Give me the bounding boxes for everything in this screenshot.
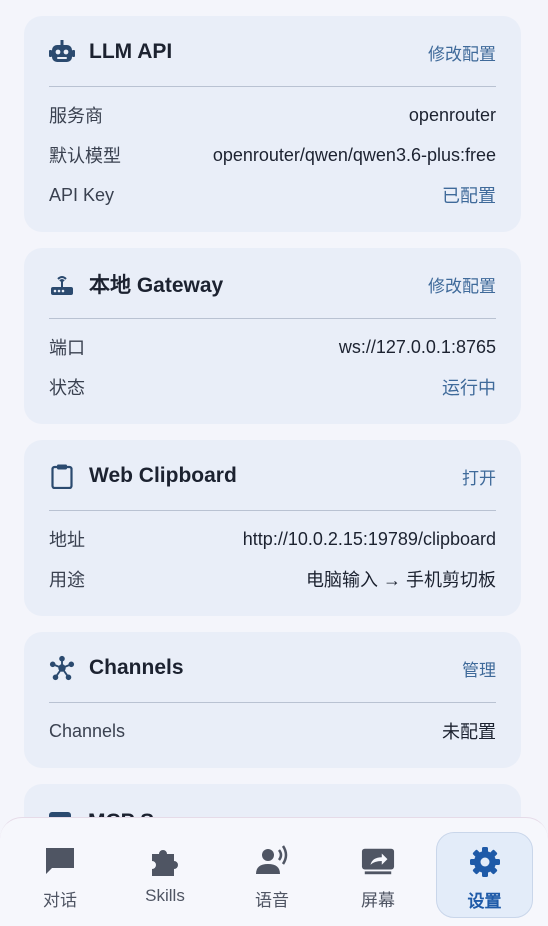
card-title: 本地 Gateway bbox=[89, 274, 224, 297]
bottom-navigation: 对话 Skills 语音 屏幕 设置 bbox=[0, 817, 548, 926]
chat-icon bbox=[43, 844, 77, 878]
voice-icon bbox=[255, 844, 289, 878]
nav-item-settings[interactable]: 设置 bbox=[436, 832, 533, 918]
row-value: openrouter/qwen/qwen3.6-plus:free bbox=[212, 144, 496, 165]
row-key: 用途 bbox=[49, 570, 85, 590]
channels-card: Channels 管理 Channels 未配置 bbox=[24, 632, 521, 768]
clipboard-url[interactable]: http://10.0.2.15:19789/clipboard bbox=[243, 529, 496, 550]
row-value: 未配置 bbox=[442, 722, 496, 742]
nav-item-screen[interactable]: 屏幕 bbox=[328, 832, 428, 918]
row-key: 默认模型 bbox=[49, 146, 121, 166]
puzzle-icon bbox=[148, 844, 182, 878]
api-key-status: 已配置 bbox=[442, 186, 496, 206]
hub-icon bbox=[49, 655, 75, 681]
robot-icon bbox=[49, 39, 75, 65]
row-value: ws://127.0.0.1:8765 bbox=[338, 336, 496, 357]
llm-api-card: LLM API 修改配置 服务商 openrouter 默认模型 openrou… bbox=[24, 16, 521, 232]
nav-label: 对话 bbox=[43, 891, 77, 910]
nav-item-chat[interactable]: 对话 bbox=[10, 832, 110, 918]
nav-label: Skills bbox=[145, 886, 185, 905]
row-key: 服务商 bbox=[49, 106, 103, 126]
card-header: 本地 Gateway 修改配置 bbox=[49, 248, 496, 320]
card-header: LLM API 修改配置 bbox=[49, 16, 496, 88]
card-header: Web Clipboard 打开 bbox=[49, 440, 496, 512]
row-key: 端口 bbox=[49, 338, 85, 358]
info-row-provider: 服务商 openrouter bbox=[49, 95, 496, 135]
web-clipboard-card: Web Clipboard 打开 地址 http://10.0.2.15:197… bbox=[24, 440, 521, 616]
card-title: Web Clipboard bbox=[89, 464, 237, 487]
manage-button[interactable]: 管理 bbox=[462, 656, 496, 681]
info-row-status: 状态 运行中 bbox=[49, 367, 496, 407]
router-icon bbox=[49, 271, 75, 297]
nav-label: 语音 bbox=[255, 891, 289, 910]
row-value: openrouter bbox=[408, 104, 496, 125]
card-title: Channels bbox=[89, 656, 184, 679]
screen-share-icon bbox=[361, 844, 395, 878]
nav-item-skills[interactable]: Skills bbox=[115, 832, 215, 918]
nav-item-voice[interactable]: 语音 bbox=[222, 832, 322, 918]
row-key: API Key bbox=[49, 184, 115, 205]
card-header: Channels 管理 bbox=[49, 632, 496, 704]
status-value: 运行中 bbox=[442, 378, 496, 398]
info-row-channels: Channels 未配置 bbox=[49, 711, 496, 751]
edit-config-button[interactable]: 修改配置 bbox=[428, 272, 496, 297]
info-row-address: 地址 http://10.0.2.15:19789/clipboard bbox=[49, 519, 496, 559]
card-title: LLM API bbox=[89, 40, 173, 63]
row-key: Channels bbox=[49, 720, 126, 741]
info-row-port: 端口 ws://127.0.0.1:8765 bbox=[49, 327, 496, 367]
clipboard-icon bbox=[49, 463, 75, 489]
row-key: 状态 bbox=[49, 378, 85, 398]
edit-config-button[interactable]: 修改配置 bbox=[428, 40, 496, 65]
gateway-card: 本地 Gateway 修改配置 端口 ws://127.0.0.1:8765 状… bbox=[24, 248, 521, 424]
nav-label: 设置 bbox=[467, 892, 502, 911]
info-row-api-key: API Key 已配置 bbox=[49, 175, 496, 215]
open-button[interactable]: 打开 bbox=[462, 464, 496, 489]
row-key: 地址 bbox=[49, 530, 85, 550]
nav-label: 屏幕 bbox=[361, 891, 395, 910]
info-row-usage: 用途 电脑输入 → 手机剪切板 bbox=[49, 559, 496, 599]
gear-icon bbox=[468, 845, 502, 879]
info-row-model: 默认模型 openrouter/qwen/qwen3.6-plus:free bbox=[49, 135, 496, 175]
row-value: 电脑输入 → 手机剪切板 bbox=[305, 570, 496, 590]
